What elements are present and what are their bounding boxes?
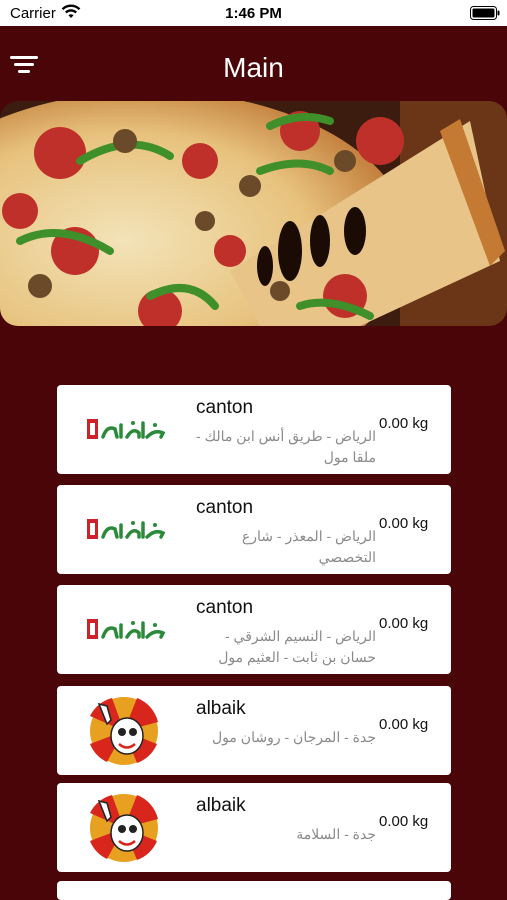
- canton-logo: [87, 619, 166, 639]
- canton-logo: [87, 519, 166, 539]
- restaurant-weight: 0.00 kg: [379, 813, 429, 830]
- restaurant-address: جدة - المرجان - روشان مول: [212, 729, 376, 745]
- restaurant-card[interactable]: canton الرياض - طريق أنس ابن مالك - ملقا …: [57, 385, 451, 474]
- restaurant-name: canton: [196, 597, 254, 618]
- restaurant-name: canton: [196, 397, 254, 418]
- status-bar: Carrier 1:46 PM: [0, 0, 507, 26]
- clock: 1:46 PM: [225, 5, 282, 22]
- pizza-photo: [0, 101, 507, 326]
- canton-logo: [87, 419, 166, 439]
- restaurant-address: الرياض - النسيم الشرقي - حسان بن ثابت - …: [218, 628, 376, 665]
- restaurant-name: albaik: [196, 698, 246, 719]
- restaurant-card[interactable]: albaik جدة - السلامة 0.00 kg: [57, 783, 451, 872]
- page-title: Main: [223, 52, 284, 83]
- restaurant-weight: 0.00 kg: [379, 515, 429, 532]
- battery-icon: [470, 6, 500, 20]
- navigation-bar: Main: [0, 26, 507, 102]
- restaurant-card[interactable]: albaik جدة - المرجان - روشان مول 0.00 kg: [57, 686, 451, 775]
- restaurant-weight: 0.00 kg: [379, 716, 429, 733]
- restaurant-address: جدة - السلامة: [296, 826, 376, 842]
- restaurant-weight: 0.00 kg: [379, 415, 429, 432]
- albaik-logo: [90, 794, 158, 862]
- hero-banner: [0, 101, 507, 326]
- restaurant-address: الرياض - طريق أنس ابن مالك - ملقا مول: [196, 428, 376, 465]
- restaurant-weight: 0.00 kg: [379, 615, 429, 632]
- albaik-logo: [90, 697, 158, 765]
- restaurant-address: الرياض - المعذر - شارع التخصصي: [241, 528, 376, 565]
- restaurant-card[interactable]: canton الرياض - المعذر - شارع التخصصي 0.00…: [57, 485, 451, 574]
- restaurant-name: albaik: [196, 795, 246, 816]
- restaurant-card[interactable]: canton الرياض - النسيم الشرقي - حسان بن ث…: [57, 585, 451, 674]
- restaurant-name: canton: [196, 497, 254, 518]
- restaurant-card-partial[interactable]: [57, 881, 451, 900]
